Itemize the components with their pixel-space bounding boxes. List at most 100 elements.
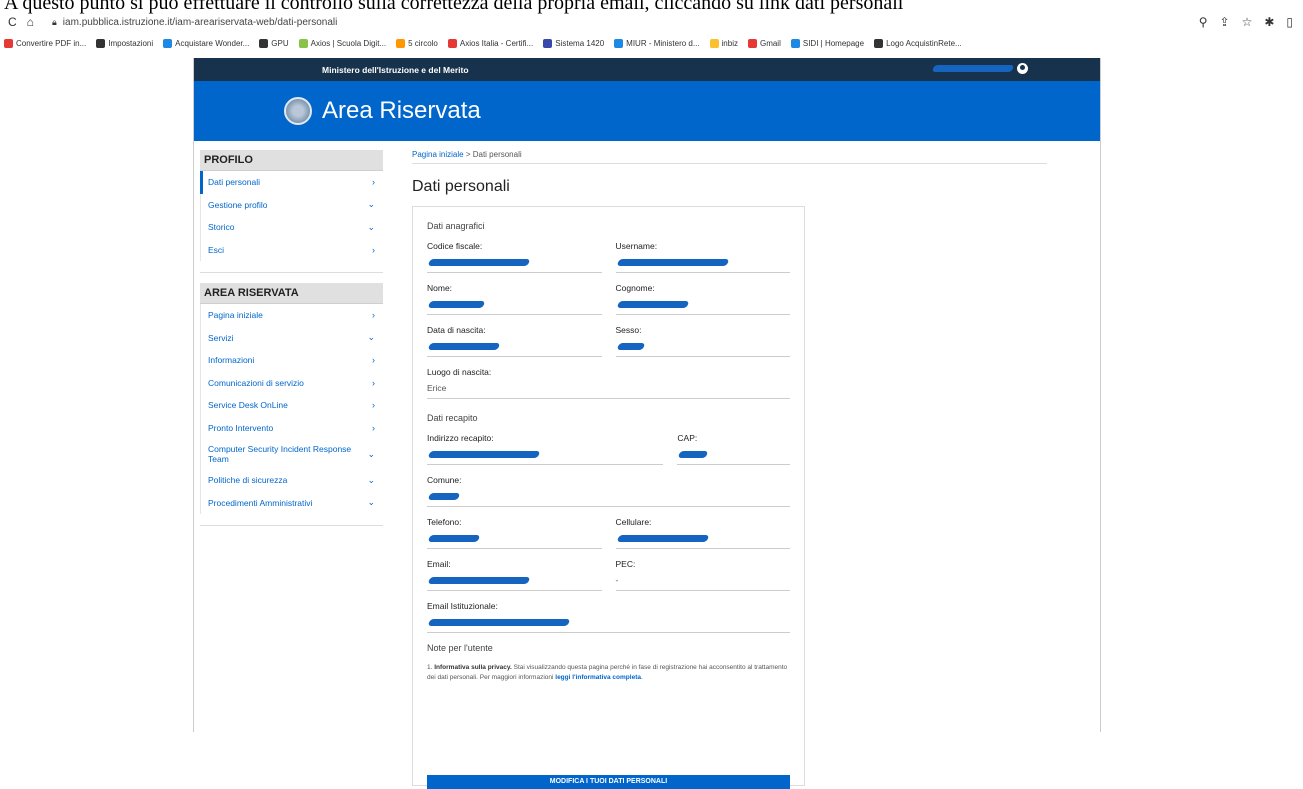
address-bar: C ⌂ 🔒︎ iam.pubblica.istruzione.it/iam-ar…: [0, 12, 1303, 32]
section-dati-anagrafici: Dati anagrafici: [427, 221, 485, 231]
redaction: [427, 451, 541, 458]
bookmark-favicon-icon: [163, 38, 173, 48]
sidebar-item-label: Informazioni: [208, 355, 255, 366]
bookmark-item[interactable]: GPU: [259, 38, 289, 48]
bookmark-item[interactable]: Impostazioni: [96, 38, 153, 48]
bookmark-item[interactable]: SIDI | Homepage: [790, 38, 864, 48]
extensions-icon[interactable]: ✱: [1264, 15, 1274, 29]
site-banner: Area Riservata: [194, 81, 1100, 141]
sidebar-area-item[interactable]: Service Desk OnLine ›: [200, 394, 383, 417]
sidebar-profilo-item[interactable]: Esci ›: [200, 238, 383, 261]
bookmark-item[interactable]: Convertire PDF in...: [4, 38, 86, 48]
privacy-note: 1. Informativa sulla privacy. Stai visua…: [427, 664, 788, 681]
bookmark-favicon-icon: [396, 38, 406, 48]
sidebar-profilo-item[interactable]: Dati personali ›: [200, 171, 383, 194]
redaction: [427, 301, 486, 308]
privacy-policy-link[interactable]: leggi l'informativa completa: [555, 674, 641, 681]
bookmark-item[interactable]: Axios Italia - Certifi...: [447, 38, 533, 48]
bookmark-item[interactable]: Acquistare Wonder...: [163, 38, 249, 48]
sidebar-area-item[interactable]: Pagina iniziale ›: [200, 304, 383, 327]
sidebar-profilo-item[interactable]: Storico ⌄: [200, 216, 383, 239]
breadcrumb: Pagina iniziale > Dati personali: [412, 150, 1047, 164]
chevron-icon: ⌄: [367, 497, 375, 508]
sidebar: PROFILO Dati personali › Gestione profilo ⌄…: [200, 150, 383, 536]
sidebar-area-item[interactable]: Procedimenti Amministrativi ⌄: [200, 491, 383, 514]
sidebar-area-item[interactable]: Informazioni ›: [200, 349, 383, 372]
bookmark-item[interactable]: Gmail: [747, 38, 781, 48]
home-icon[interactable]: ⌂: [27, 15, 34, 29]
star-icon[interactable]: ☆: [1242, 15, 1253, 29]
bookmark-item[interactable]: 5 circolo: [396, 38, 438, 48]
field-cellulare: Cellulare:: [615, 517, 790, 549]
bookmark-item[interactable]: Logo AcquistinRete...: [874, 38, 962, 48]
sidebar-area-item[interactable]: Comunicazioni di servizio ›: [200, 371, 383, 394]
redaction: [931, 65, 1015, 72]
redaction: [427, 577, 531, 584]
sidebar-item-label: Dati personali: [208, 177, 260, 188]
redaction: [427, 343, 501, 350]
ministry-strip: Ministero dell'Istruzione e del Merito: [194, 58, 1100, 81]
bookmark-favicon-icon: [96, 38, 106, 48]
field-data-nascita: Data di nascita:: [427, 325, 602, 357]
redaction: [616, 535, 709, 542]
notes-title: Note per l'utente: [427, 643, 493, 653]
redaction: [427, 259, 531, 266]
sidebar-item-label: Esci: [208, 244, 225, 255]
field-cap: CAP:: [677, 433, 790, 465]
sidebar-item-label: Gestione profilo: [208, 199, 268, 210]
site-title[interactable]: Area Riservata: [322, 97, 481, 125]
site-frame: Ministero dell'Istruzione e del Merito A…: [193, 58, 1101, 789]
sidebar-area-item[interactable]: Servizi ⌄: [200, 326, 383, 349]
sidebar-profilo-item[interactable]: Gestione profilo ⌄: [200, 193, 383, 216]
sidebar-heading-profilo: PROFILO: [200, 150, 383, 171]
sidebar-area-item[interactable]: Pronto Intervento ›: [200, 416, 383, 439]
edit-personal-data-button[interactable]: MODIFICA I TUOI DATI PERSONALI: [427, 775, 790, 789]
bookmark-item[interactable]: Axios | Scuola Digit...: [298, 38, 386, 48]
field-sesso: Sesso:: [615, 325, 790, 357]
chevron-icon: ›: [372, 422, 375, 433]
sidebar-area-item[interactable]: Politiche di sicurezza ⌄: [200, 469, 383, 492]
redaction: [616, 301, 689, 308]
personal-data-card: Dati anagrafici Codice fiscale: Username…: [412, 206, 805, 789]
reload-icon[interactable]: C: [8, 15, 17, 29]
lock-icon: 🔒︎: [52, 16, 57, 27]
ministry-name: Ministero dell'Istruzione e del Merito: [322, 64, 469, 75]
share-icon[interactable]: ⇪: [1220, 15, 1230, 29]
sidebar-area-item[interactable]: Computer Security Incident Response Team…: [200, 439, 383, 469]
bookmark-item[interactable]: Sistema 1420: [543, 38, 604, 48]
sidebar-item-label: Computer Security Incident Response Team: [208, 444, 352, 464]
redaction: [427, 493, 461, 500]
sidebar-item-label: Procedimenti Amministrativi: [208, 497, 313, 508]
redaction: [427, 619, 571, 626]
window-icon[interactable]: ▯: [1286, 15, 1293, 29]
bookmark-item[interactable]: MIUR - Ministero d...: [614, 38, 700, 48]
chevron-icon: ›: [372, 377, 375, 388]
sidebar-item-label: Service Desk OnLine: [208, 400, 288, 411]
field-luogo-nascita: Luogo di nascita: Erice: [427, 367, 790, 399]
chevron-icon: ⌄: [367, 332, 375, 343]
breadcrumb-home-link[interactable]: Pagina iniziale: [412, 150, 464, 159]
redaction: [678, 451, 709, 458]
field-username: Username:: [615, 241, 790, 273]
bookmark-favicon-icon: [747, 38, 757, 48]
chevron-icon: ⌄: [367, 474, 375, 485]
chevron-icon: ›: [372, 244, 375, 255]
user-icon[interactable]: [1017, 63, 1028, 74]
zoom-icon[interactable]: ⚲: [1199, 15, 1208, 29]
page-title: Dati personali: [412, 178, 510, 195]
sidebar-item-label: Pronto Intervento: [208, 422, 274, 433]
user-notes: Note per l'utente 1. Informativa sulla p…: [427, 643, 790, 683]
bookmark-item[interactable]: inbiz: [709, 38, 738, 48]
field-email: Email:: [427, 559, 602, 591]
sidebar-item-label: Pagina iniziale: [208, 310, 263, 321]
user-menu[interactable]: [931, 63, 1028, 74]
chevron-icon: ›: [372, 310, 375, 321]
field-comune: Comune:: [427, 475, 790, 507]
chevron-icon: ⌄: [367, 448, 375, 459]
url-field[interactable]: iam.pubblica.istruzione.it/iam-areariser…: [63, 17, 1199, 28]
field-indirizzo: Indirizzo recapito:: [427, 433, 664, 465]
field-nome: Nome:: [427, 283, 602, 315]
bookmark-favicon-icon: [543, 38, 553, 48]
bookmarks-bar: Convertire PDF in... Impostazioni Acquista…: [0, 34, 1303, 52]
bookmark-favicon-icon: [790, 38, 800, 48]
